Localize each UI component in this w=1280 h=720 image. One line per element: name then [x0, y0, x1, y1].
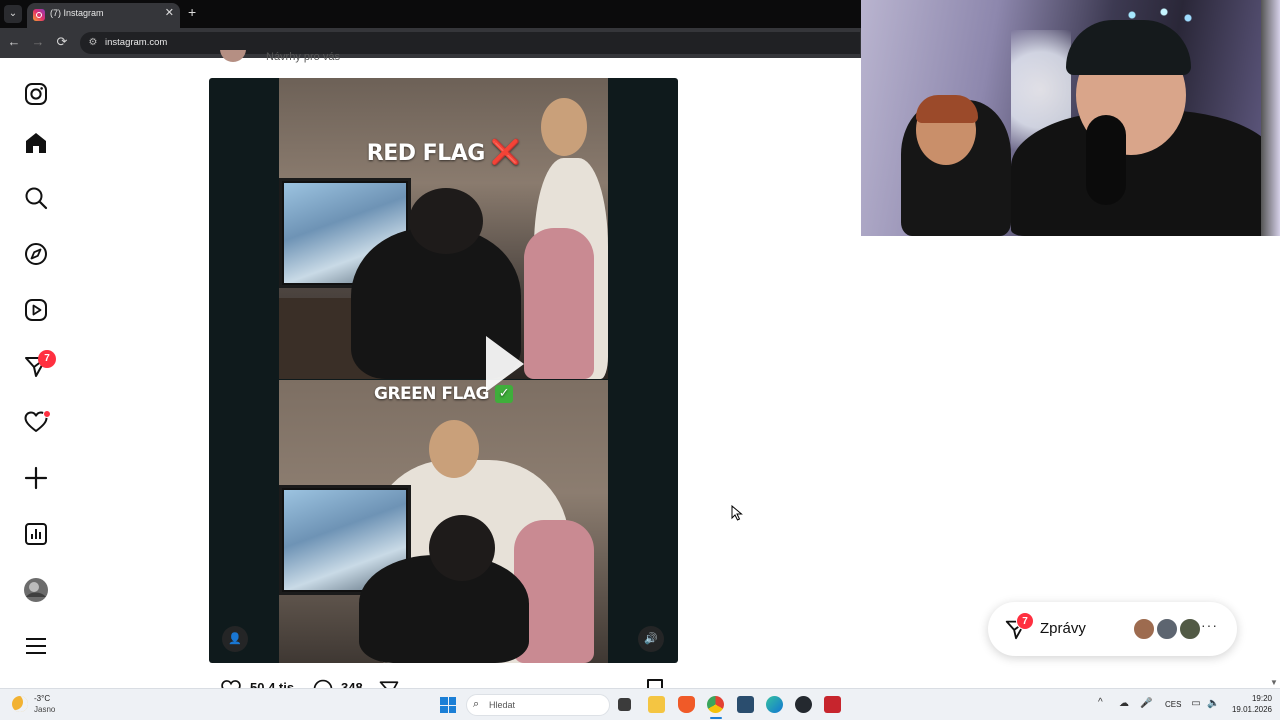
post-action-bar: 50,4 tis. 348 [210, 676, 680, 688]
microphone-icon[interactable]: 🎤 [1140, 698, 1152, 710]
app-icon[interactable] [737, 696, 754, 713]
search-icon[interactable] [23, 185, 49, 211]
windows-taskbar: -3°C Jasno ⌕ Hledat ^ ☁ 🎤 CES ▭ 🔈 19:20 … [0, 688, 1280, 720]
active-app-indicator [710, 717, 722, 719]
webcam-microphone [1086, 115, 1126, 205]
video-scene-top [279, 78, 608, 379]
post-header: Návrhy pro vás [210, 50, 680, 70]
clock-time[interactable]: 19:20 [1232, 694, 1272, 703]
bookmark-icon[interactable] [646, 678, 664, 688]
taskbar-search[interactable]: ⌕ Hledat [466, 694, 610, 716]
tab-title: (7) Instagram [50, 8, 104, 18]
cloud-icon[interactable]: ☁ [1118, 698, 1130, 710]
post-suggested-label: Návrhy pro vás [266, 51, 340, 63]
scene-gamer-head-2 [429, 515, 495, 581]
github-icon[interactable] [795, 696, 812, 713]
like-heart-icon[interactable] [220, 678, 242, 688]
caption-red-flag-text: RED FLAG [366, 141, 486, 166]
new-tab-button[interactable]: + [188, 4, 196, 20]
search-icon: ⌕ [473, 698, 480, 710]
conversation-avatar [1155, 617, 1179, 641]
caption-red-flag: RED FLAG ❌ [279, 138, 608, 166]
share-icon[interactable] [378, 678, 400, 688]
tab-close-icon[interactable]: ✕ [165, 6, 174, 19]
caption-green-flag-text: GREEN FLAG [374, 384, 489, 404]
home-icon[interactable] [23, 130, 49, 156]
more-menu-icon[interactable] [23, 633, 49, 659]
webcam-child-hair [916, 95, 978, 123]
file-explorer-icon[interactable] [648, 696, 665, 713]
windows-start-icon[interactable] [440, 697, 456, 713]
app-icon[interactable] [824, 696, 841, 713]
messages-pill-label: Zprávy [1040, 620, 1086, 637]
scene-gamer-head [409, 188, 483, 254]
mouse-cursor-icon [731, 505, 743, 521]
messages-more-icon[interactable]: ··· [1201, 617, 1218, 633]
tagged-user-icon[interactable]: 👤 [222, 626, 248, 652]
messages-badge: 7 [38, 350, 56, 368]
site-settings-icon[interactable]: ⚙ [86, 36, 100, 50]
weather-temperature[interactable]: -3°C [34, 694, 50, 703]
instagram-logo-icon[interactable] [23, 81, 49, 107]
chrome-icon[interactable] [707, 696, 724, 713]
post-author-avatar[interactable] [220, 50, 246, 62]
video-frame: RED FLAG ❌ GREEN FLAG ✓ [279, 78, 608, 663]
dashboard-icon[interactable] [23, 521, 49, 547]
like-count[interactable]: 50,4 tis. [250, 680, 298, 688]
taskbar-search-placeholder: Hledat [489, 700, 516, 710]
comment-icon[interactable] [312, 678, 334, 688]
conversation-avatar [1178, 617, 1202, 641]
input-language[interactable]: CES [1165, 700, 1181, 709]
video-scene-bottom [279, 380, 608, 663]
volume-icon[interactable]: 🔈 [1207, 698, 1219, 710]
tab-search-button[interactable]: ⌄ [4, 5, 22, 23]
clock-date[interactable]: 19.01.2026 [1222, 705, 1272, 714]
red-x-icon: ❌ [490, 138, 521, 166]
reel-video[interactable]: RED FLAG ❌ GREEN FLAG ✓ 👤 🔊 [209, 78, 678, 663]
comment-count[interactable]: 348 [341, 680, 363, 688]
task-view-icon[interactable] [618, 698, 631, 711]
browser-tab-strip: ⌄ (7) Instagram ✕ + [0, 0, 861, 28]
edge-icon[interactable] [766, 696, 783, 713]
back-button[interactable]: ← [5, 34, 23, 49]
tray-overflow-chevron-icon[interactable]: ^ [1098, 697, 1103, 708]
url-text[interactable]: instagram.com [105, 37, 167, 48]
scene-woman-head-2 [429, 420, 479, 478]
instagram-sidebar: 7 [0, 58, 72, 688]
volume-icon[interactable]: 🔊 [638, 626, 664, 652]
notifications-dot [43, 410, 51, 418]
webcam-ring-light [1261, 0, 1280, 236]
reload-button[interactable]: ⟳ [53, 34, 71, 50]
conversation-avatar [1132, 617, 1156, 641]
explore-compass-icon[interactable] [23, 241, 49, 267]
instagram-favicon-icon [33, 9, 45, 21]
messages-pill[interactable]: 7 Zprávy ··· [988, 602, 1237, 656]
forward-button[interactable]: → [29, 34, 47, 49]
caption-green-flag: GREEN FLAG ✓ [279, 384, 608, 404]
scroll-down-arrow-icon[interactable]: ▼ [1270, 678, 1278, 687]
profile-avatar-icon[interactable] [23, 577, 49, 603]
display-icon[interactable]: ▭ [1190, 698, 1202, 710]
play-icon[interactable] [486, 336, 524, 392]
scene-chair [524, 228, 594, 379]
weather-description[interactable]: Jasno [34, 705, 55, 714]
webcam-overlay [861, 0, 1280, 236]
create-plus-icon[interactable] [23, 465, 49, 491]
tab-instagram[interactable]: (7) Instagram ✕ [27, 3, 180, 28]
messages-pill-badge: 7 [1016, 612, 1034, 630]
moon-weather-icon[interactable] [12, 696, 28, 712]
brave-browser-icon[interactable] [678, 696, 695, 713]
reels-icon[interactable] [23, 297, 49, 323]
